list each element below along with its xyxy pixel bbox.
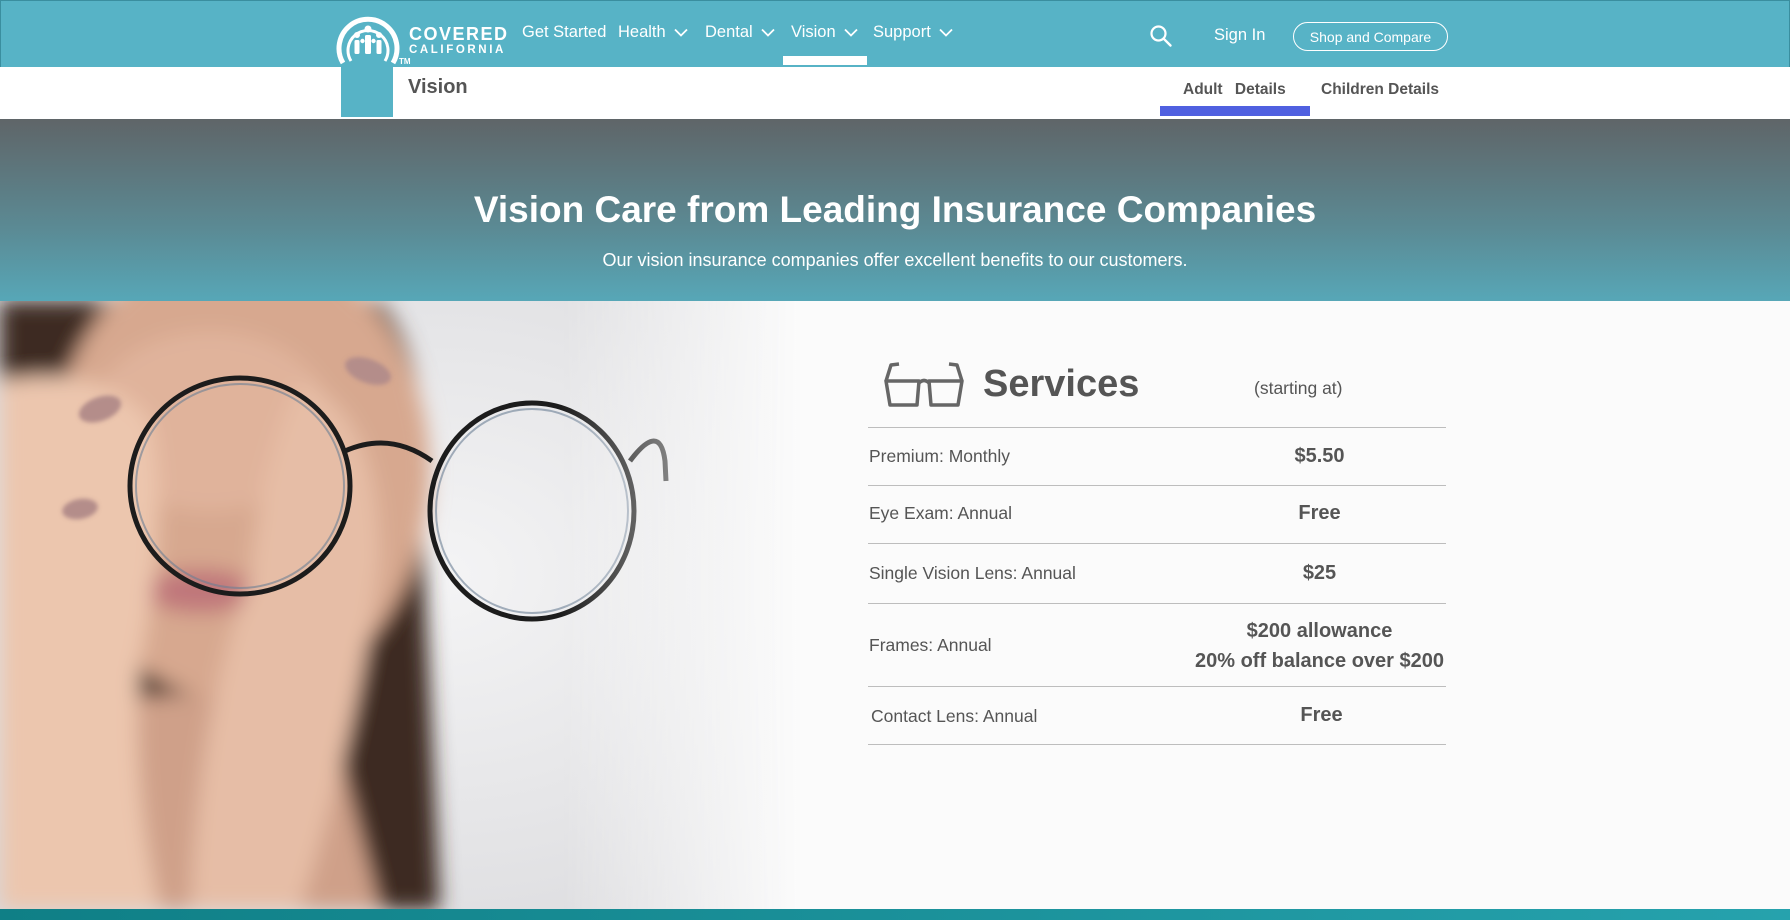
chevron-down-icon — [844, 28, 858, 37]
nav-item-label: Dental — [705, 23, 753, 41]
service-value: $200 allowance — [1246, 620, 1393, 642]
service-label: Single Vision Lens: Annual — [869, 563, 1076, 583]
search-icon[interactable] — [1149, 24, 1173, 48]
service-label: Premium: Monthly — [869, 446, 1011, 466]
hero-banner: Vision Care from Leading Insurance Compa… — [0, 119, 1790, 301]
tab-children-details[interactable]: Children Details — [1321, 81, 1439, 99]
service-row-single-vision-lens: Single Vision Lens: Annual $25 — [868, 543, 1446, 603]
nav-item-vision[interactable]: Vision — [791, 23, 858, 42]
section-tab-marker — [341, 67, 393, 117]
nav-item-label: Vision — [791, 23, 836, 41]
service-label: Frames: Annual — [869, 635, 992, 655]
service-value-detail: 20% off balance over $200 — [1194, 650, 1444, 672]
nav-item-label: Health — [618, 23, 666, 41]
services-header-row: Services (starting at) — [868, 353, 1446, 428]
logo-line-2: CALIFORNIA — [409, 44, 506, 56]
logo-line-1: COVERED — [409, 24, 509, 44]
service-value: $25 — [1302, 562, 1337, 584]
starting-at-note: (starting at) — [1254, 378, 1343, 398]
nav-item-dental[interactable]: Dental — [705, 23, 775, 42]
service-label: Eye Exam: Annual — [869, 503, 1012, 523]
service-row-premium: Premium: Monthly $5.50 — [868, 427, 1446, 485]
footer-accent-strip — [0, 909, 1790, 920]
nav-item-get-started[interactable]: Get Started — [522, 23, 606, 42]
hero-subtitle: Our vision insurance companies offer exc… — [602, 250, 1188, 270]
woman-holding-glasses-photo — [0, 301, 800, 910]
nav-item-support[interactable]: Support — [873, 23, 953, 42]
service-label: Contact Lens: Annual — [871, 706, 1038, 726]
logo-trademark: TM — [399, 57, 411, 66]
nav-item-label: Support — [873, 23, 931, 41]
sign-in-link[interactable]: Sign In — [1214, 26, 1265, 45]
service-value: Free — [1298, 502, 1341, 524]
logo-mark-icon — [336, 16, 400, 65]
chevron-down-icon — [761, 28, 775, 37]
service-row-eye-exam: Eye Exam: Annual Free — [868, 485, 1446, 543]
covered-california-logo[interactable]: COVERED CALIFORNIA TM — [335, 5, 507, 67]
logo-wordmark: COVERED CALIFORNIA — [409, 25, 509, 57]
service-value: Free — [1300, 704, 1343, 726]
glasses-icon — [884, 362, 964, 407]
service-value: $5.50 — [1294, 445, 1345, 467]
active-tab-underline — [1160, 106, 1310, 116]
nav-active-indicator — [783, 56, 867, 65]
services-table-bottom-rule — [868, 744, 1446, 745]
shop-and-compare-button[interactable]: Shop and Compare — [1293, 22, 1448, 51]
services-title: Services — [983, 363, 1140, 405]
chevron-down-icon — [939, 28, 953, 37]
section-title: Vision — [408, 76, 468, 98]
chevron-down-icon — [674, 28, 688, 37]
hero-title: Vision Care from Leading Insurance Compa… — [473, 189, 1317, 230]
nav-item-health[interactable]: Health — [618, 23, 688, 42]
service-row-frames: Frames: Annual $200 allowance 20% off ba… — [868, 603, 1446, 687]
section-subnav: Vision Adult Details Children Details — [0, 67, 1790, 119]
top-navigation-bar: COVERED CALIFORNIA TM Get Started Health… — [0, 0, 1790, 67]
nav-item-label: Get Started — [522, 23, 607, 41]
service-row-contact-lens: Contact Lens: Annual Free — [868, 686, 1446, 744]
tab-adult-details[interactable]: Adult Details — [1183, 81, 1286, 99]
